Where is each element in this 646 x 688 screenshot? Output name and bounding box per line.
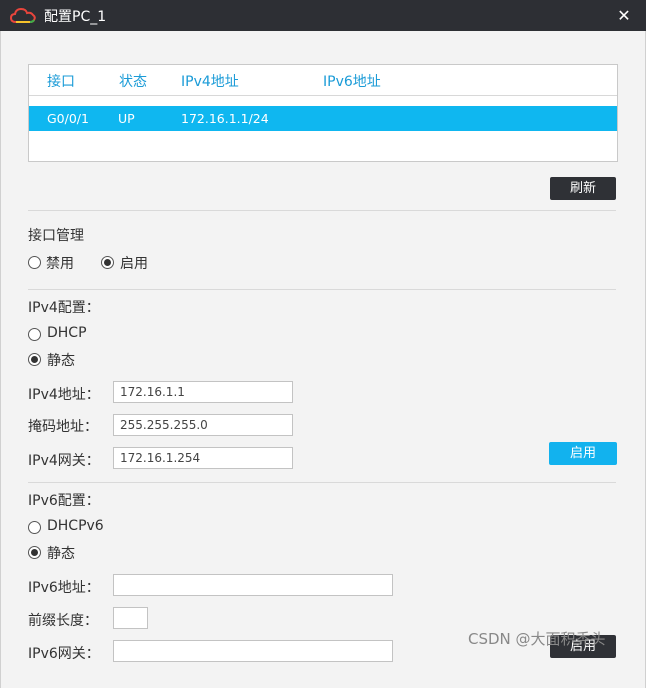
ipv4-address-label: IPv4地址： bbox=[28, 387, 100, 403]
ipv4-static-radio[interactable] bbox=[28, 353, 41, 366]
ipv6-dhcp-radio[interactable] bbox=[28, 521, 41, 534]
cell-status: UP bbox=[118, 111, 135, 126]
divider bbox=[28, 210, 616, 211]
divider bbox=[28, 482, 616, 483]
cloud-logo-icon bbox=[10, 7, 36, 23]
ipv6-config-title: IPv6配置： bbox=[28, 493, 100, 509]
column-header-interface: 接口 bbox=[47, 74, 75, 90]
column-header-ipv4: IPv4地址 bbox=[181, 74, 239, 90]
ipv6-static-label: 静态 bbox=[47, 546, 75, 562]
ipv4-apply-button[interactable]: 启用 bbox=[549, 442, 617, 465]
cell-interface: G0/0/1 bbox=[47, 111, 89, 126]
table-row[interactable]: G0/0/1 UP 172.16.1.1/24 bbox=[29, 106, 617, 131]
table-header: 接口 状态 IPv4地址 IPv6地址 bbox=[29, 65, 617, 96]
window-title: 配置PC_1 bbox=[44, 9, 107, 25]
ipv6-static-radio[interactable] bbox=[28, 546, 41, 559]
prefix-length-input[interactable] bbox=[113, 607, 148, 629]
ipv4-dhcp-label: DHCP bbox=[47, 325, 87, 341]
cell-ipv4: 172.16.1.1/24 bbox=[181, 111, 269, 126]
ipv4-dhcp-radio[interactable] bbox=[28, 328, 41, 341]
divider bbox=[28, 289, 616, 290]
ipv4-static-label: 静态 bbox=[47, 353, 75, 369]
close-icon[interactable]: ✕ bbox=[612, 4, 636, 28]
disable-radio[interactable] bbox=[28, 256, 41, 269]
window-body: 接口 状态 IPv4地址 IPv6地址 G0/0/1 UP 172.16.1.1… bbox=[0, 31, 646, 688]
ipv4-gateway-input[interactable] bbox=[113, 447, 293, 469]
ipv4-gateway-label: IPv4网关： bbox=[28, 453, 100, 469]
ipv4-address-input[interactable] bbox=[113, 381, 293, 403]
ipv6-dhcp-label: DHCPv6 bbox=[47, 518, 104, 534]
ipv4-config-title: IPv4配置： bbox=[28, 300, 100, 316]
column-header-ipv6: IPv6地址 bbox=[323, 74, 381, 90]
disable-label: 禁用 bbox=[46, 256, 74, 272]
interface-management-title: 接口管理 bbox=[28, 228, 84, 244]
title-bar: 配置PC_1 ✕ bbox=[0, 0, 646, 31]
watermark: CSDN @大面积秃头 bbox=[468, 630, 606, 648]
enable-radio[interactable] bbox=[101, 256, 114, 269]
prefix-length-label: 前缀长度： bbox=[28, 613, 98, 629]
interface-table: 接口 状态 IPv4地址 IPv6地址 G0/0/1 UP 172.16.1.1… bbox=[28, 64, 618, 162]
ipv6-gateway-input[interactable] bbox=[113, 640, 393, 662]
ipv6-address-input[interactable] bbox=[113, 574, 393, 596]
ipv6-address-label: IPv6地址： bbox=[28, 580, 100, 596]
mask-address-input[interactable] bbox=[113, 414, 293, 436]
refresh-button[interactable]: 刷新 bbox=[550, 177, 616, 200]
column-header-status: 状态 bbox=[119, 74, 147, 90]
ipv6-gateway-label: IPv6网关： bbox=[28, 646, 100, 662]
enable-label: 启用 bbox=[120, 256, 148, 272]
mask-address-label: 掩码地址： bbox=[28, 419, 98, 435]
